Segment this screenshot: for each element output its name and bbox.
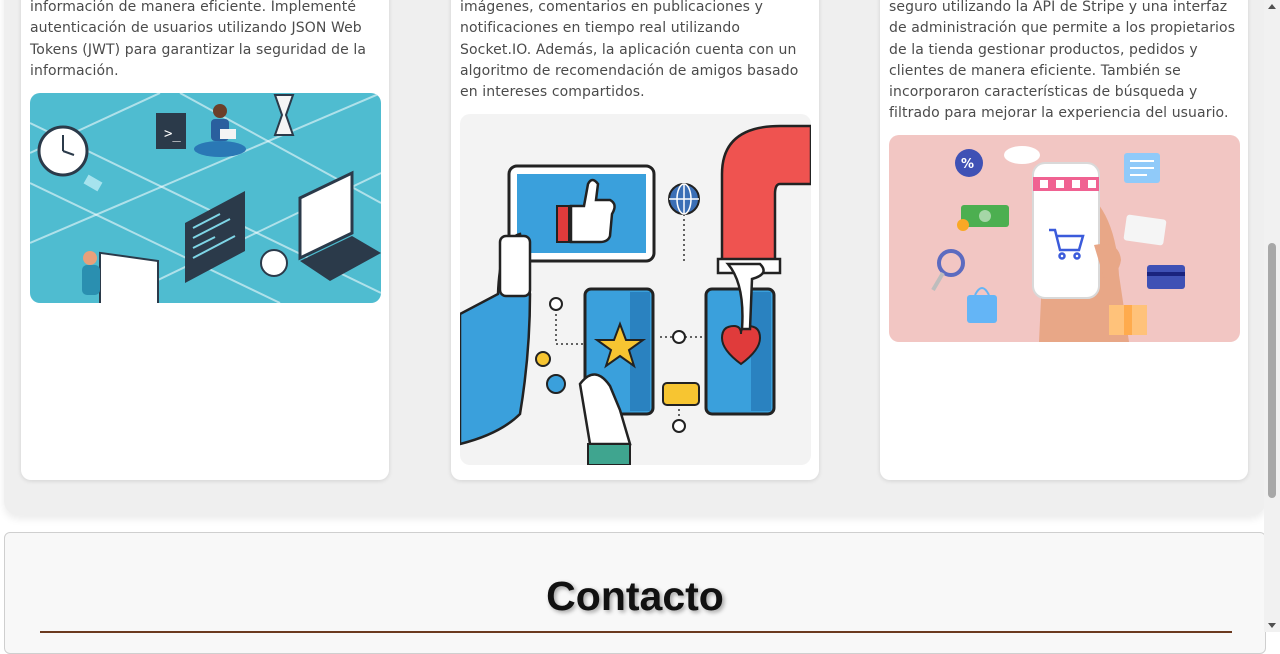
project-description: imágenes, comentarios en publicaciones y… (460, 0, 799, 101)
project-image-isometric: >_ (30, 93, 381, 303)
project-description: información de manera eficiente. Impleme… (30, 0, 367, 79)
project-image-social (460, 114, 811, 465)
project-card-ecommerce: seguro utilizando la API de Stripe y una… (880, 0, 1248, 480)
scroll-up-arrow-icon[interactable] (1268, 4, 1276, 9)
project-card-social: imágenes, comentarios en publicaciones y… (451, 0, 819, 480)
svg-text:%: % (961, 157, 974, 172)
project-image-shopping: % (889, 135, 1240, 342)
page-scrollbar[interactable] (1264, 0, 1280, 632)
project-card-auth: información de manera eficiente. Impleme… (21, 0, 389, 480)
project-description: seguro utilizando la API de Stripe y una… (889, 0, 1236, 122)
contact-section: Contacto (4, 532, 1266, 654)
scroll-down-arrow-icon[interactable] (1268, 623, 1276, 628)
scrollbar-thumb[interactable] (1268, 243, 1276, 498)
contact-title: Contacto (546, 573, 724, 619)
contact-divider (40, 631, 1232, 633)
svg-text:>_: >_ (164, 126, 181, 142)
